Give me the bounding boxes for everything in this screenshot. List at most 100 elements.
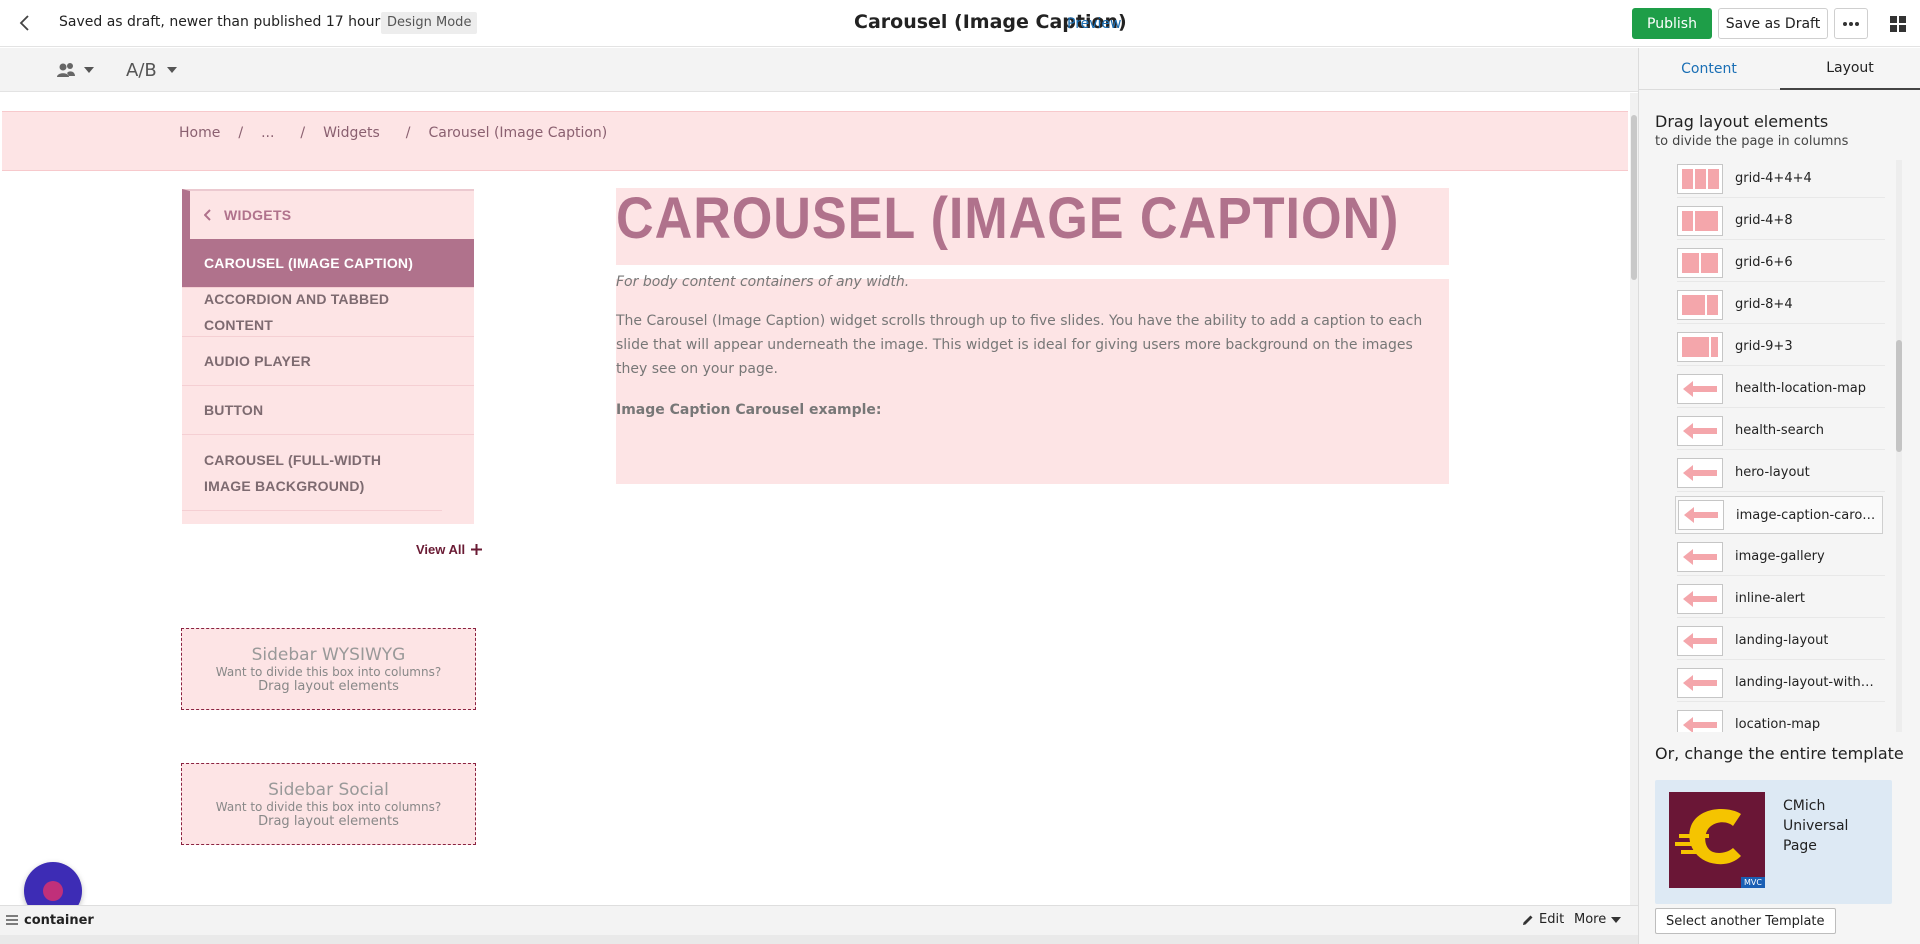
nav-item-audio-player[interactable]: AUDIO PLAYER — [182, 337, 474, 386]
dropzone-hint: Want to divide this box into columns? — [215, 665, 442, 679]
nav-item-carousel-image-caption[interactable]: CAROUSEL (IMAGE CAPTION) — [182, 239, 474, 288]
users-icon — [57, 63, 75, 77]
breadcrumb-home[interactable]: Home — [179, 125, 220, 141]
layout-item-grid-9-3[interactable]: grid-9+3 — [1677, 328, 1885, 366]
select-template-button[interactable]: Select another Template — [1655, 908, 1836, 934]
layout-item-inline-alert[interactable]: inline-alert — [1677, 580, 1885, 618]
more-options-button[interactable] — [1834, 8, 1868, 39]
editor-toolbar: A/B — [0, 48, 1638, 92]
layout-item-label: grid-9+3 — [1735, 339, 1793, 354]
layout-item-location-map[interactable]: location-map — [1677, 706, 1885, 732]
layout-item-hero-layout[interactable]: hero-layout — [1677, 454, 1885, 492]
top-bar: Saved as draft, newer than published 17 … — [0, 0, 1920, 47]
apps-grid-icon[interactable] — [1884, 10, 1912, 38]
chevron-down-icon — [166, 67, 177, 73]
breadcrumb-current: Carousel (Image Caption) — [428, 125, 608, 141]
selected-element-label: container — [24, 913, 94, 928]
layout-item-label: location-map — [1735, 717, 1821, 732]
layout-item-grid-6-6[interactable]: grid-6+6 — [1677, 244, 1885, 282]
layout-heading: Drag layout elements — [1655, 112, 1829, 131]
arrow-left-icon — [1677, 709, 1723, 732]
layout-item-health-location-map[interactable]: health-location-map — [1677, 370, 1885, 408]
sidebar-wysiwyg-dropzone[interactable]: Sidebar WYSIWYG Want to divide this box … — [181, 628, 476, 710]
arrow-left-icon — [1677, 373, 1723, 404]
nav-item-button[interactable]: BUTTON — [182, 386, 474, 435]
design-mode-badge: Design Mode — [381, 12, 478, 34]
grid-4-4-4-icon — [1677, 163, 1723, 194]
nav-back-label: WIDGETS — [224, 207, 292, 223]
panel-tabs: Content Layout — [1639, 48, 1920, 90]
layout-item-image-caption-carousel[interactable]: image-caption-carou... — [1675, 496, 1883, 534]
layout-elements-list: grid-4+4+4 grid-4+8 grid-6+6 grid-8+4 gr… — [1639, 160, 1920, 732]
layout-item-grid-4-4-4[interactable]: grid-4+4+4 — [1677, 160, 1885, 198]
layout-item-landing-layout[interactable]: landing-layout — [1677, 622, 1885, 660]
arrow-left-icon — [1677, 541, 1723, 572]
more-dropdown[interactable]: More — [1574, 912, 1622, 927]
nav-back-widgets[interactable]: WIDGETS — [182, 189, 474, 239]
breadcrumb-widgets[interactable]: Widgets — [323, 125, 380, 141]
layout-item-label: health-search — [1735, 423, 1825, 438]
personas-dropdown[interactable] — [56, 58, 102, 82]
layout-item-label: grid-8+4 — [1735, 297, 1793, 312]
save-status: Saved as draft, newer than published 17 … — [59, 14, 418, 30]
mvc-badge: MVC — [1741, 877, 1765, 888]
chevron-left-icon — [204, 209, 211, 221]
back-arrow-icon[interactable] — [12, 10, 38, 36]
example-label: Image Caption Carousel example: — [616, 402, 882, 418]
arrow-left-icon — [1677, 667, 1723, 698]
view-all-label: View All — [416, 542, 466, 557]
arrow-left-icon — [1677, 415, 1723, 446]
layout-item-label: grid-6+6 — [1735, 255, 1793, 270]
chevron-down-icon — [1611, 916, 1622, 923]
ab-test-dropdown[interactable]: A/B — [126, 57, 177, 83]
template-card[interactable]: MVC CMich Universal Page — [1655, 780, 1892, 904]
plus-icon — [471, 544, 483, 555]
edit-button[interactable]: Edit — [1522, 912, 1564, 927]
layout-subheading: to divide the page in columns — [1655, 134, 1849, 149]
layout-item-label: hero-layout — [1735, 465, 1810, 480]
nav-item-carousel-full-width[interactable]: CAROUSEL (FULL-WIDTH IMAGE BACKGROUND) — [182, 435, 442, 511]
grid-4-8-icon — [1677, 205, 1723, 236]
layout-item-grid-8-4[interactable]: grid-8+4 — [1677, 286, 1885, 324]
layout-item-grid-4-8[interactable]: grid-4+8 — [1677, 202, 1885, 240]
grid-6-6-icon — [1677, 247, 1723, 278]
dropzone-title: Sidebar Social — [268, 780, 389, 800]
sidebar-social-dropzone[interactable]: Sidebar Social Want to divide this box i… — [181, 763, 476, 845]
layout-item-label: health-location-map — [1735, 381, 1866, 396]
dropzone-title: Sidebar WYSIWYG — [251, 645, 406, 665]
canvas-scrollbar-thumb[interactable] — [1631, 115, 1637, 280]
view-all-link[interactable]: View All — [416, 542, 483, 557]
tab-content[interactable]: Content — [1639, 48, 1779, 90]
more-label: More — [1574, 912, 1607, 927]
right-panel: Content Layout Drag layout elements to d… — [1638, 48, 1920, 944]
tab-layout[interactable]: Layout — [1780, 48, 1920, 90]
layout-item-health-search[interactable]: health-search — [1677, 412, 1885, 450]
grid-9-3-icon — [1677, 331, 1723, 362]
layout-item-image-gallery[interactable]: image-gallery — [1677, 538, 1885, 576]
chevron-down-icon — [84, 67, 94, 73]
layout-item-label: landing-layout — [1735, 633, 1829, 648]
layout-item-landing-layout-without[interactable]: landing-layout-witho... — [1677, 664, 1885, 702]
template-name: CMich Universal Page — [1783, 798, 1849, 854]
dropzone-hint: Drag layout elements — [258, 814, 399, 829]
hamburger-icon[interactable] — [6, 914, 18, 926]
body-text: The Carousel (Image Caption) widget scro… — [616, 313, 1423, 377]
layout-item-label: image-gallery — [1735, 549, 1825, 564]
breadcrumb-separator: / — [238, 125, 244, 141]
edit-label: Edit — [1539, 912, 1565, 927]
selection-bar: container Edit More — [0, 905, 1638, 935]
breadcrumb-separator: / — [405, 125, 411, 141]
breadcrumb-band — [2, 111, 1628, 171]
arrow-left-icon — [1677, 625, 1723, 656]
arrow-left-icon — [1678, 500, 1724, 530]
layout-item-label: inline-alert — [1735, 591, 1806, 606]
nav-item-accordion[interactable]: ACCORDION AND TABBED CONTENT — [182, 288, 474, 337]
publish-button[interactable]: Publish — [1632, 8, 1712, 39]
layout-list-scrollbar-thumb[interactable] — [1896, 340, 1902, 452]
breadcrumb-ellipsis[interactable]: ... — [261, 125, 274, 141]
cmich-logo-icon: MVC — [1669, 792, 1765, 888]
pencil-icon — [1523, 915, 1533, 925]
preview-link[interactable]: Preview — [1067, 16, 1122, 32]
change-template-heading: Or, change the entire template — [1655, 744, 1904, 763]
save-as-draft-button[interactable]: Save as Draft — [1718, 8, 1828, 39]
